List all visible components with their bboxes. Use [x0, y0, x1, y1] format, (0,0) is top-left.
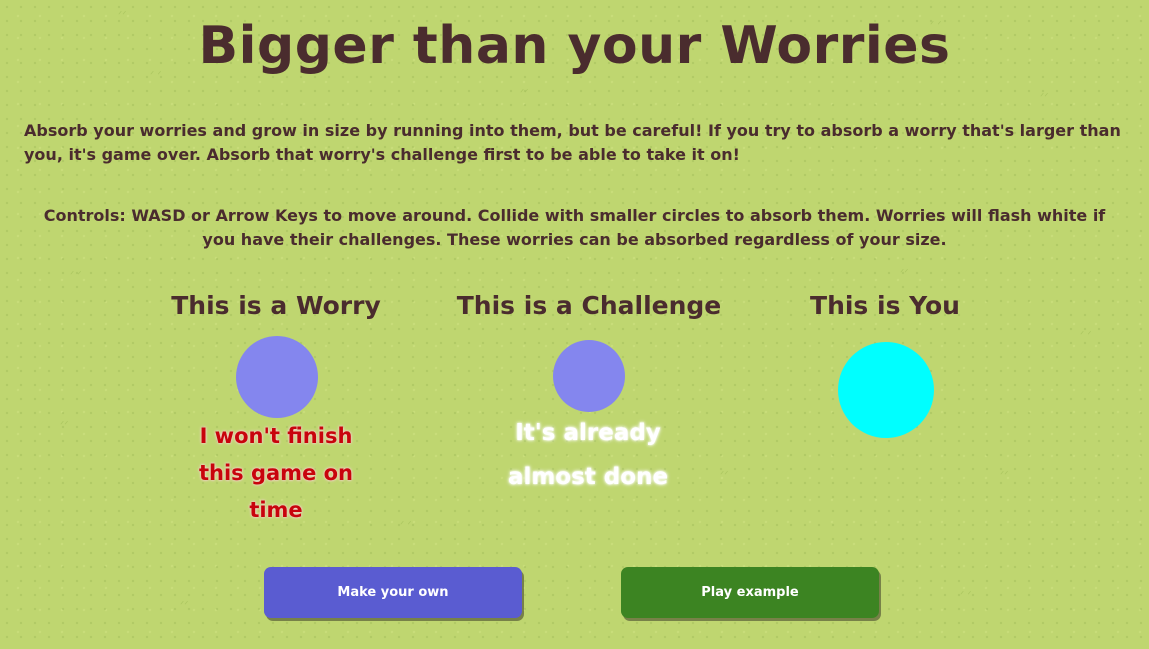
- player-circle: [838, 342, 934, 438]
- grass-tuft: ᐟ ᐟ: [960, 590, 972, 601]
- grass-tuft: ᐟ ᐟ: [70, 270, 82, 281]
- grass-tuft: ᐟ ᐟ: [400, 520, 412, 531]
- grass-tuft: ᐟᐟ: [900, 268, 909, 279]
- grass-tuft: ᐟᐟ: [60, 420, 69, 431]
- play-example-button[interactable]: Play example: [621, 567, 879, 618]
- grass-tuft: ᐟᐟ: [1000, 470, 1009, 481]
- grass-tuft: ᐟᐟ: [520, 88, 529, 99]
- challenge-circle: [553, 340, 625, 412]
- controls-text: Controls: WASD or Arrow Keys to move aro…: [43, 206, 1106, 249]
- challenge-label: It's already almost done: [507, 420, 669, 490]
- grass-tuft: ᐟᐟ: [180, 600, 189, 611]
- worry-circle: [236, 336, 318, 418]
- grass-tuft: ᐟᐟ: [1040, 92, 1049, 103]
- grass-tuft: ᐟᐟ: [720, 470, 729, 481]
- grass-tuft: ᐟ ᐟ: [1080, 330, 1092, 341]
- you-example: This is You: [735, 288, 1035, 324]
- challenge-example: This is a Challenge: [439, 288, 739, 324]
- you-heading: This is You: [810, 291, 960, 320]
- worry-heading: This is a Worry: [171, 291, 381, 320]
- intro-text: Absorb your worries and grow in size by …: [24, 121, 1121, 164]
- challenge-heading: This is a Challenge: [456, 291, 722, 320]
- worry-label: I won't finish this game on time: [198, 424, 353, 522]
- page-title: Bigger than your Worries: [198, 16, 951, 76]
- worry-example: This is a Worry: [126, 288, 426, 324]
- make-your-own-button[interactable]: Make your own: [264, 567, 522, 618]
